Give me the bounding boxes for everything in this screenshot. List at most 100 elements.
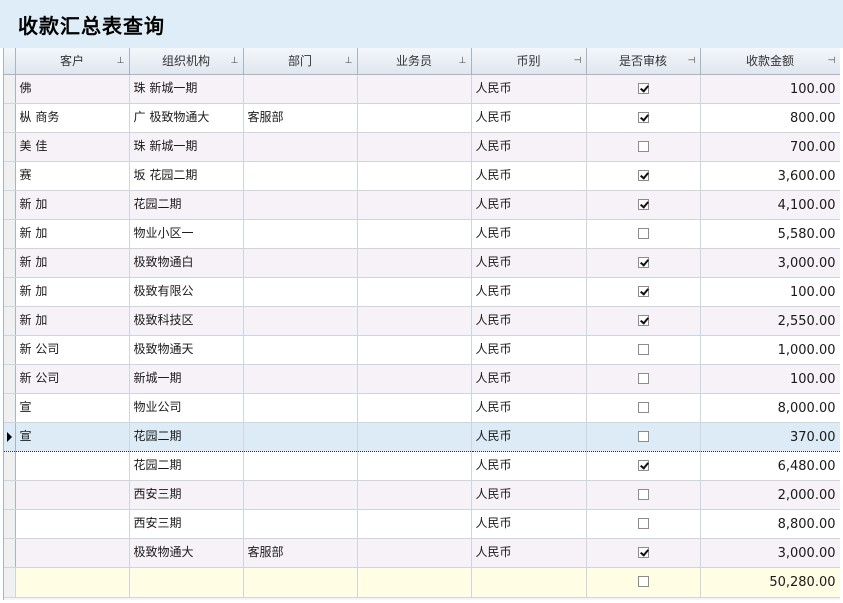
table-row[interactable]: 花园二期 人民币 6,480.00 [4, 451, 840, 481]
row-indicator[interactable] [4, 335, 16, 365]
cell-audited[interactable] [586, 306, 701, 336]
cell-dept[interactable]: 客服部 [243, 103, 358, 133]
audited-checkbox[interactable] [637, 169, 649, 181]
cell-org[interactable]: 物业公司 [129, 393, 244, 423]
cell-audited[interactable] [586, 132, 701, 162]
cell-currency[interactable]: 人民币 [471, 306, 587, 336]
table-row[interactable]: 美 佳珠 新城一期 人民币 700.00 [4, 132, 840, 162]
cell-audited[interactable] [586, 161, 701, 191]
cell-customer[interactable]: 新 加 [15, 248, 130, 278]
row-indicator[interactable] [4, 393, 16, 423]
cell-customer[interactable]: 新 加 [15, 190, 130, 220]
receipt-summary-grid[interactable]: 客户 ⊥ 组织机构 ⊥ 部门 ⊥ 业务员 ⊥ 币别 ⊣ 是否审核 ⊣ 收款金额 ⊣ 佛珠 新城… [3, 48, 840, 600]
cell-salesman[interactable] [357, 451, 472, 481]
cell-dept[interactable] [243, 277, 358, 307]
cell-dept[interactable] [243, 393, 358, 423]
audited-checkbox[interactable] [637, 517, 649, 529]
cell-org[interactable]: 新城一期 [129, 364, 244, 394]
table-row[interactable]: 新 加极致物通白 人民币 3,000.00 [4, 248, 840, 278]
cell-salesman[interactable] [357, 538, 472, 568]
cell-currency[interactable]: 人民币 [471, 103, 587, 133]
audited-checkbox[interactable] [637, 285, 649, 297]
cell-currency[interactable]: 人民币 [471, 451, 587, 481]
cell-customer[interactable]: 新 加 [15, 277, 130, 307]
cell-customer[interactable]: 新 公司 [15, 364, 130, 394]
row-indicator[interactable] [4, 538, 16, 568]
cell-amount[interactable]: 100.00 [700, 74, 840, 104]
row-indicator[interactable] [4, 364, 16, 394]
pin-icon[interactable]: ⊥ [459, 56, 467, 66]
audited-checkbox[interactable] [637, 256, 649, 268]
column-header-customer[interactable]: 客户 ⊥ [15, 48, 130, 75]
cell-salesman[interactable] [357, 480, 472, 510]
cell-dept[interactable] [243, 335, 358, 365]
cell-amount[interactable]: 8,000.00 [700, 393, 840, 423]
cell-org[interactable]: 极致物通白 [129, 248, 244, 278]
cell-org[interactable]: 西安三期 [129, 480, 244, 510]
cell-salesman[interactable] [357, 248, 472, 278]
cell-org[interactable]: 坂 花园二期 [129, 161, 244, 191]
cell-org[interactable]: 广 极致物通大 [129, 103, 244, 133]
cell-salesman[interactable] [357, 161, 472, 191]
cell-customer[interactable]: 宣 [15, 393, 130, 423]
cell-org[interactable]: 极致物通大 [129, 538, 244, 568]
cell-salesman[interactable] [357, 132, 472, 162]
cell-org[interactable]: 极致物通天 [129, 335, 244, 365]
cell-amount[interactable]: 6,480.00 [700, 451, 840, 481]
audited-checkbox[interactable] [637, 546, 649, 558]
cell-customer[interactable]: 新 加 [15, 306, 130, 336]
cell-audited[interactable] [586, 421, 701, 452]
cell-audited[interactable] [586, 335, 701, 365]
cell-salesman[interactable] [357, 103, 472, 133]
cell-amount[interactable]: 2,000.00 [700, 480, 840, 510]
audited-checkbox[interactable] [637, 198, 649, 210]
table-row[interactable]: 新 加花园二期 人民币 4,100.00 [4, 190, 840, 220]
audited-checkbox[interactable] [637, 430, 649, 442]
cell-dept[interactable] [243, 509, 358, 539]
table-row[interactable]: 西安三期 人民币 8,800.00 [4, 509, 840, 539]
row-indicator[interactable] [4, 480, 16, 510]
cell-audited[interactable] [586, 277, 701, 307]
cell-currency[interactable]: 人民币 [471, 538, 587, 568]
cell-org[interactable]: 珠 新城一期 [129, 74, 244, 104]
cell-currency[interactable]: 人民币 [471, 248, 587, 278]
cell-dept[interactable] [243, 451, 358, 481]
cell-dept[interactable]: 客服部 [243, 538, 358, 568]
cell-amount[interactable]: 100.00 [700, 277, 840, 307]
pin-icon[interactable]: ⊣ [574, 56, 582, 66]
table-row[interactable]: 极致物通大 客服部 人民币 3,000.00 [4, 538, 840, 568]
cell-audited[interactable] [586, 509, 701, 539]
cell-amount[interactable]: 5,580.00 [700, 219, 840, 249]
cell-currency[interactable]: 人民币 [471, 509, 587, 539]
row-indicator[interactable] [4, 74, 16, 104]
row-indicator[interactable] [4, 132, 16, 162]
column-header-dept[interactable]: 部门 ⊥ [243, 48, 358, 75]
cell-salesman[interactable] [357, 190, 472, 220]
cell-audited[interactable] [586, 393, 701, 423]
audited-checkbox[interactable] [637, 140, 649, 152]
cell-currency[interactable]: 人民币 [471, 277, 587, 307]
cell-org[interactable]: 珠 新城一期 [129, 132, 244, 162]
cell-currency[interactable]: 人民币 [471, 190, 587, 220]
cell-salesman[interactable] [357, 306, 472, 336]
audited-checkbox[interactable] [637, 314, 649, 326]
cell-salesman[interactable] [357, 277, 472, 307]
pin-icon[interactable]: ⊣ [828, 56, 836, 66]
row-indicator[interactable] [4, 219, 16, 249]
cell-dept[interactable] [243, 421, 358, 452]
row-indicator[interactable] [4, 103, 16, 133]
audited-checkbox[interactable] [637, 111, 649, 123]
cell-salesman[interactable] [357, 421, 472, 452]
column-header-salesman[interactable]: 业务员 ⊥ [357, 48, 472, 75]
cell-amount[interactable]: 370.00 [700, 421, 840, 452]
pin-icon[interactable]: ⊣ [688, 56, 696, 66]
row-indicator[interactable] [4, 421, 16, 452]
cell-org[interactable]: 花园二期 [129, 451, 244, 481]
table-row[interactable]: 枞 商务广 极致物通大 客服部 人民币 800.00 [4, 103, 840, 133]
row-indicator[interactable] [4, 161, 16, 191]
audited-checkbox[interactable] [637, 459, 649, 471]
cell-salesman[interactable] [357, 393, 472, 423]
cell-amount[interactable]: 800.00 [700, 103, 840, 133]
cell-currency[interactable]: 人民币 [471, 74, 587, 104]
cell-currency[interactable]: 人民币 [471, 421, 587, 452]
